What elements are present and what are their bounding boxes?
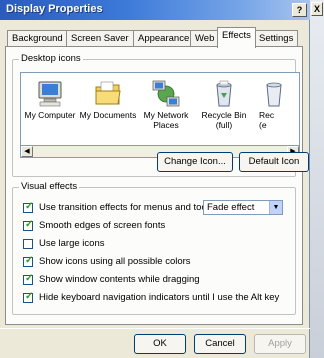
item-label: My Network — [143, 110, 189, 120]
tab-effects[interactable]: Effects — [217, 27, 256, 48]
list-item-my-computer[interactable]: My Computer — [21, 79, 79, 120]
title-bar[interactable]: Display Properties ? — [0, 0, 310, 20]
item-label: My Computer — [24, 110, 76, 120]
checkbox[interactable] — [23, 239, 33, 249]
chevron-down-icon[interactable]: ▼ — [269, 201, 282, 214]
item-label-line2: Places — [153, 120, 179, 130]
display-properties-window: Display Properties ? Background Screen S… — [0, 0, 310, 358]
apply-button[interactable]: Apply — [254, 334, 306, 354]
checkmark-icon: ✓ — [25, 219, 34, 230]
checkmark-icon: ✓ — [25, 201, 34, 212]
item-label: Recycle Bin — [201, 110, 247, 120]
transition-effect-dropdown[interactable]: Fade effect ▼ — [203, 200, 283, 215]
scroll-left-icon[interactable]: ◀ — [21, 146, 33, 157]
item-label-line2: (full) — [215, 120, 233, 130]
checkmark-icon: ✓ — [25, 273, 34, 284]
recycle-bin-empty-icon — [266, 82, 282, 107]
list-item-my-documents[interactable]: My Documents — [79, 79, 137, 120]
item-label: Rec — [259, 110, 275, 120]
help-button[interactable]: ? — [292, 3, 307, 17]
footer-divider — [0, 328, 310, 329]
list-item-network-places[interactable]: My Network Places — [137, 79, 195, 130]
item-label-line2: (e — [259, 120, 267, 130]
option-label: Use transition effects for menus and too… — [39, 202, 224, 213]
tab-settings[interactable]: Settings — [254, 30, 299, 47]
option-label: Hide keyboard navigation indicators unti… — [39, 292, 280, 303]
list-item-recycle-bin-full[interactable]: Recycle Bin (full) — [195, 79, 253, 130]
option-label: Smooth edges of screen fonts — [39, 220, 166, 231]
visual-effects-group: Visual effects ✓ Use transition effects … — [12, 181, 296, 315]
close-button[interactable]: X — [311, 2, 323, 16]
change-icon-button[interactable]: Change Icon... — [157, 152, 233, 172]
checkbox[interactable]: ✓ — [23, 273, 34, 285]
my-computer-icon — [38, 81, 62, 107]
option-label: Use large icons — [39, 238, 105, 249]
effects-panel: Desktop icons My Computer My Documents M… — [5, 46, 309, 325]
recycle-bin-icon — [216, 80, 232, 107]
my-documents-icon — [95, 81, 121, 105]
transition-effect-value: Fade effect — [207, 202, 255, 213]
desktop-icons-list[interactable]: My Computer My Documents My Network Plac… — [20, 72, 300, 146]
ok-button[interactable]: OK — [134, 334, 186, 354]
desktop-icons-legend: Desktop icons — [19, 53, 83, 64]
tab-web[interactable]: Web — [190, 30, 220, 47]
checkbox[interactable]: ✓ — [23, 201, 34, 213]
option-label: Show icons using all possible colors — [39, 256, 191, 267]
tab-screen-saver[interactable]: Screen Saver — [66, 30, 134, 47]
tab-appearance[interactable]: Appearance — [133, 30, 195, 47]
window-title: Display Properties — [6, 3, 103, 15]
option-label: Show window contents while dragging — [39, 274, 200, 285]
item-label: My Documents — [79, 110, 137, 120]
checkbox[interactable]: ✓ — [23, 291, 34, 303]
network-places-icon — [152, 80, 180, 107]
visual-effects-legend: Visual effects — [19, 181, 80, 192]
list-item-recycle-bin-empty[interactable]: Rec (e — [259, 79, 299, 130]
checkmark-icon: ✓ — [25, 291, 34, 302]
checkbox[interactable]: ✓ — [23, 219, 34, 231]
background-window-edge: X — [310, 0, 324, 358]
default-icon-button[interactable]: Default Icon — [239, 152, 309, 172]
tab-background[interactable]: Background — [7, 30, 68, 47]
checkmark-icon: ✓ — [25, 255, 34, 266]
desktop-icons-group: Desktop icons My Computer My Documents M… — [12, 53, 309, 177]
checkbox[interactable]: ✓ — [23, 255, 34, 267]
cancel-button[interactable]: Cancel — [194, 334, 246, 354]
